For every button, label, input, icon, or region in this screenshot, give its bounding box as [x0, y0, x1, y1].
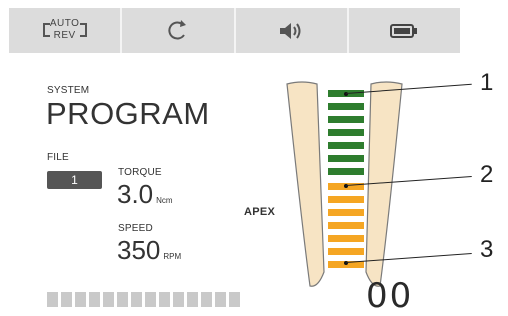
- speed-value: 350: [117, 235, 161, 265]
- battery-indicator: [349, 8, 460, 53]
- system-label: SYSTEM: [47, 85, 90, 96]
- torque-readout: 3.0 Ncm: [117, 179, 173, 210]
- segment: [103, 292, 114, 307]
- marker-3-label: 3: [480, 236, 494, 263]
- battery-icon: [390, 23, 418, 38]
- system-value: PROGRAM: [46, 96, 210, 131]
- segment: [47, 292, 58, 307]
- gauge-bar-green: [328, 116, 364, 123]
- gauge-bar-orange: [328, 209, 364, 216]
- rev-label: REV: [53, 29, 76, 41]
- rotation-icon: [168, 19, 186, 39]
- sound-button[interactable]: [236, 8, 349, 53]
- file-number-button[interactable]: 1: [47, 171, 102, 189]
- segment: [131, 292, 142, 307]
- segment: [201, 292, 212, 307]
- progress-segment-bar: [47, 292, 240, 307]
- segment: [173, 292, 184, 307]
- torque-value: 3.0: [117, 179, 154, 209]
- apex-label: APEX: [244, 206, 276, 218]
- auto-reverse-button[interactable]: AUTO REV: [9, 8, 123, 53]
- gauge-bar-orange: [328, 222, 364, 229]
- segment: [117, 292, 128, 307]
- status-bar: AUTO REV: [9, 8, 460, 53]
- speed-label: SPEED: [118, 223, 153, 234]
- file-label: FILE: [47, 152, 69, 163]
- speed-unit: RPM: [163, 252, 182, 261]
- left-root-wall: [286, 81, 325, 287]
- segment: [145, 292, 156, 307]
- segment: [75, 292, 86, 307]
- speaker-icon: [280, 22, 301, 39]
- gauge-bar-orange: [328, 235, 364, 242]
- segment: [229, 292, 240, 307]
- gauge-bar-orange: [328, 196, 364, 203]
- speed-readout: 350 RPM: [117, 235, 181, 266]
- gauge-bar-green: [328, 129, 364, 136]
- segment: [159, 292, 170, 307]
- rotation-button[interactable]: [122, 8, 236, 53]
- segment: [61, 292, 72, 307]
- gauge-bar-green: [328, 155, 364, 162]
- gauge-bar-green: [328, 142, 364, 149]
- segment: [89, 292, 100, 307]
- segment: [187, 292, 198, 307]
- marker-1-label: 1: [480, 69, 494, 96]
- segment: [215, 292, 226, 307]
- gauge-bar-orange: [328, 248, 364, 255]
- gauge-bar-green: [328, 168, 364, 175]
- torque-unit: Ncm: [156, 196, 173, 205]
- torque-label: TORQUE: [118, 167, 162, 178]
- count-display: 00: [366, 276, 414, 316]
- auto-label: AUTO: [49, 17, 80, 29]
- auto-reverse-icon: AUTO REV: [42, 17, 88, 45]
- gauge-bar-green: [328, 103, 364, 110]
- marker-2-label: 2: [480, 161, 494, 188]
